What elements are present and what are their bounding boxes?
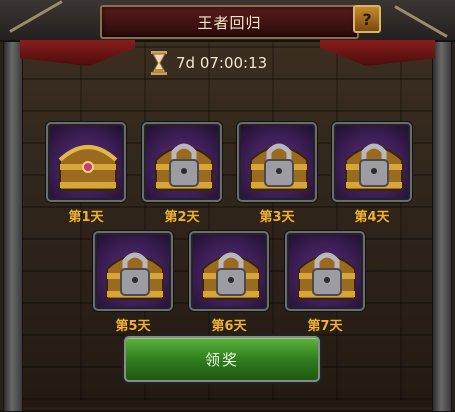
page-title: 王者回归 (197, 13, 262, 32)
countdown-timer: 7d 07:00:13 (150, 50, 267, 76)
question-mark-icon: ? (362, 9, 372, 29)
day-label: 第4天 (354, 210, 390, 225)
reward-slot-day-5[interactable] (93, 231, 173, 311)
locked-chest-icon (250, 143, 308, 191)
locked-chest-icon (345, 143, 403, 191)
left-pillar (3, 38, 23, 412)
reward-slot-day-6[interactable] (189, 231, 269, 311)
day-label: 第7天 (307, 319, 343, 334)
day-label: 第3天 (259, 210, 295, 225)
hourglass-icon (151, 51, 167, 75)
claim-reward-label: 领奖 (204, 350, 239, 369)
locked-chest-icon (155, 143, 213, 191)
day-label: 第1天 (68, 210, 104, 225)
reward-slot-day-3[interactable] (237, 122, 317, 202)
day-label: 第6天 (211, 319, 247, 334)
locked-chest-icon (298, 252, 356, 300)
reward-slot-day-7[interactable] (285, 231, 365, 311)
claim-reward-button[interactable]: 领奖 (124, 336, 320, 382)
day-label: 第5天 (115, 319, 151, 334)
title-plate: 王者回归 (100, 5, 359, 39)
locked-chest-icon (202, 252, 260, 300)
right-pillar (432, 38, 452, 412)
reward-slot-day-1[interactable] (46, 122, 126, 202)
reward-slot-day-2[interactable] (142, 122, 222, 202)
help-button[interactable]: ? (353, 5, 381, 33)
day-label: 第2天 (164, 210, 200, 225)
countdown-text: 7d 07:00:13 (176, 54, 268, 72)
treasure-chest-icon (58, 145, 118, 191)
reward-slot-day-4[interactable] (332, 122, 412, 202)
locked-chest-icon (106, 252, 164, 300)
